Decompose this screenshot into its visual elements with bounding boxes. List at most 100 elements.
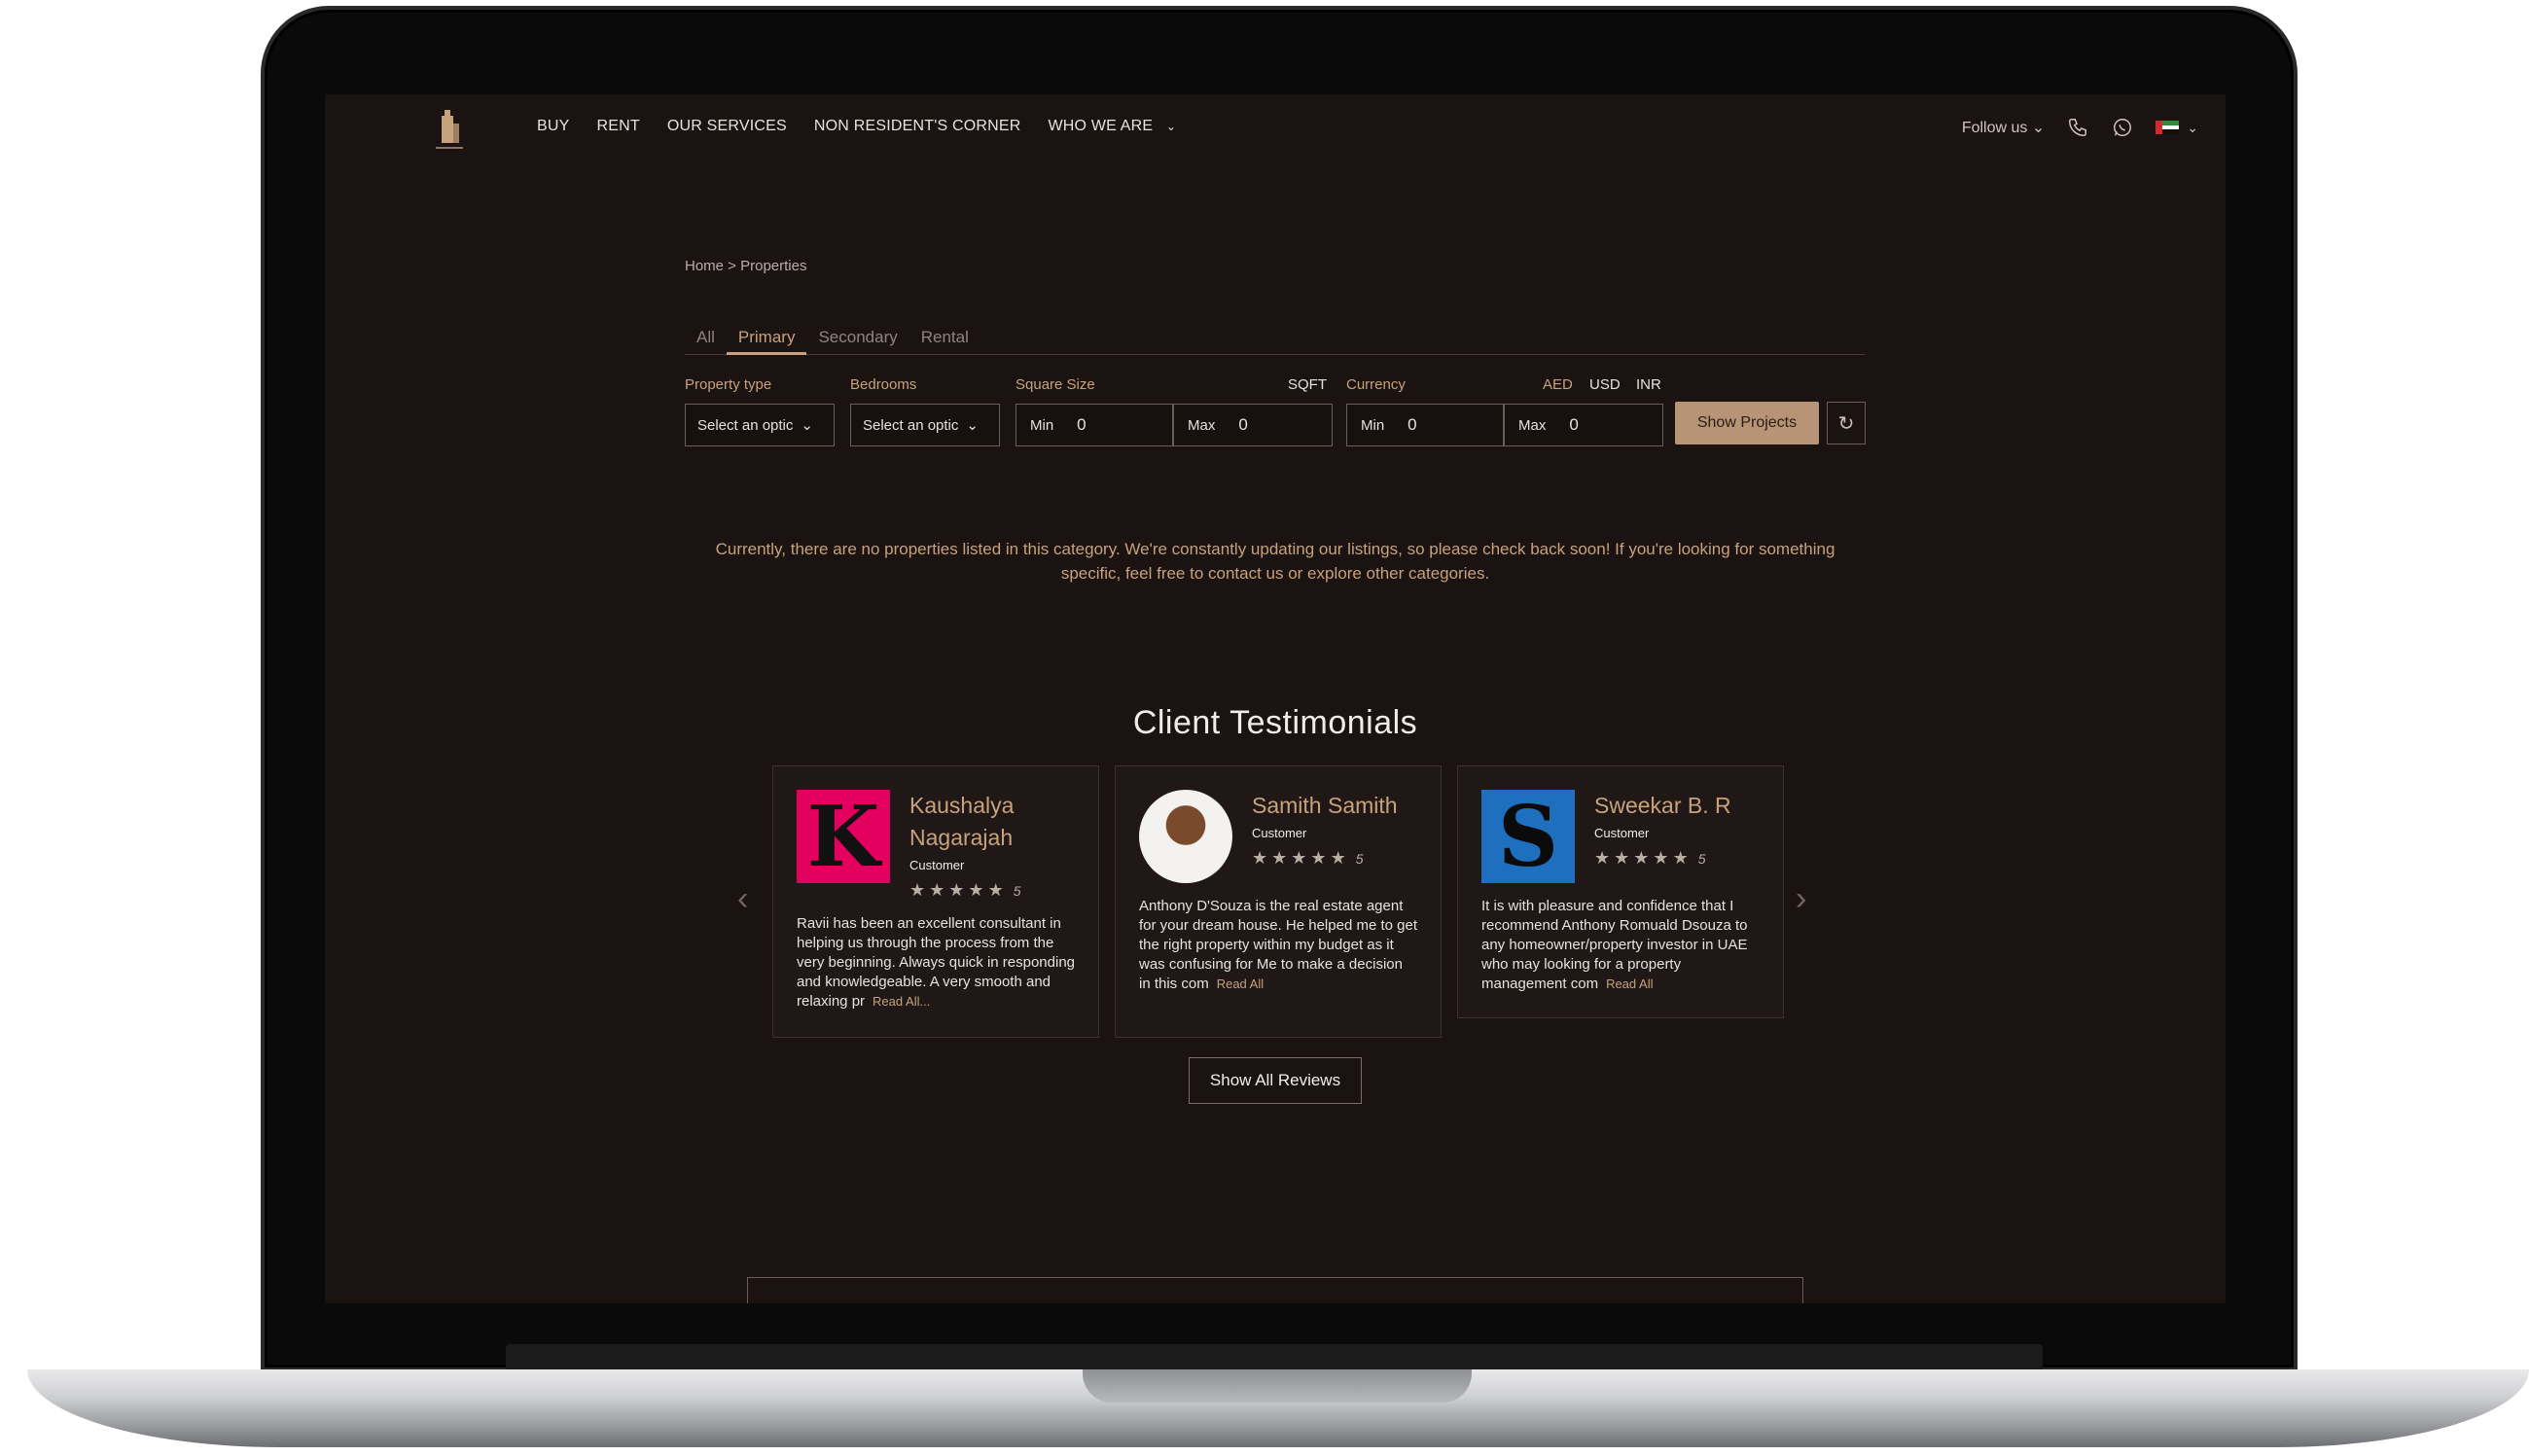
review-body: Ravii has been an excellent consultant i…	[797, 915, 1076, 1010]
testimonial-card: S Sweekar B. R Customer ★ ★ ★ ★ ★ 5 It i…	[1457, 765, 1784, 1018]
rating-stars: ★ ★ ★ ★ ★ 5	[1594, 848, 1731, 869]
tab-secondary[interactable]: Secondary	[806, 326, 909, 355]
star-icon: ★	[1653, 848, 1669, 868]
star-icon: ★	[1672, 848, 1689, 868]
star-icon: ★	[1252, 848, 1268, 868]
min-label: Min	[1361, 416, 1385, 434]
tab-all[interactable]: All	[685, 326, 727, 355]
follow-us-label: Follow us	[1961, 120, 2028, 136]
read-all-link[interactable]: Read All	[1606, 977, 1653, 991]
star-icon: ★	[1614, 848, 1630, 868]
follow-us-dropdown[interactable]: Follow us ⌄	[1962, 118, 2045, 137]
star-icon: ★	[968, 880, 984, 900]
currency-max-input[interactable]: Max 0	[1504, 404, 1663, 446]
nav-who-we-are[interactable]: WHO WE ARE	[1049, 118, 1177, 135]
avatar: S	[1481, 788, 1575, 886]
reviewer-name: Sweekar B. R	[1594, 793, 1731, 818]
building-logo-icon	[436, 110, 463, 149]
show-all-reviews-button[interactable]: Show All Reviews	[1189, 1057, 1362, 1104]
currency-label: Currency	[1346, 376, 1406, 393]
nav-non-residents-corner[interactable]: NON RESIDENT'S CORNER	[814, 118, 1021, 135]
square-size-min-input[interactable]: Min 0	[1016, 404, 1173, 446]
bedrooms-value: Select an optic	[863, 416, 959, 434]
max-label: Max	[1518, 416, 1547, 434]
star-icon: ★	[1594, 848, 1611, 868]
nav-rent[interactable]: RENT	[597, 118, 640, 135]
bedrooms-select[interactable]: Select an optic ⌄	[850, 404, 1000, 446]
rating-score: 5	[1013, 882, 1021, 899]
review-text: Anthony D'Souza is the real estate agent…	[1139, 897, 1417, 994]
laptop-notch	[1083, 1369, 1472, 1403]
reviewer-name: Kaushalya Nagarajah	[909, 793, 1015, 850]
reviewer-role: Customer	[909, 858, 965, 872]
show-projects-button[interactable]: Show Projects	[1675, 402, 1819, 444]
chevron-down-icon: ⌄	[801, 417, 813, 434]
currency-min-value: 0	[1408, 415, 1417, 434]
square-size-label: Square Size	[1016, 376, 1095, 393]
reviewer-role: Customer	[1594, 826, 1650, 840]
currency-max-value: 0	[1569, 415, 1579, 434]
min-label: Min	[1030, 416, 1054, 434]
property-type-select[interactable]: Select an optic ⌄	[685, 404, 835, 446]
reset-filters-button[interactable]: ↻	[1827, 402, 1866, 444]
language-selector[interactable]: ⌄	[2156, 120, 2198, 136]
chevron-left-icon[interactable]: ‹	[737, 880, 748, 918]
property-type-value: Select an optic	[697, 416, 794, 434]
star-icon: ★	[948, 880, 965, 900]
read-all-link[interactable]: Read All...	[873, 994, 930, 1009]
square-size-min-value: 0	[1077, 415, 1087, 434]
currency-usd[interactable]: USD	[1589, 376, 1621, 393]
currency-aed[interactable]: AED	[1543, 376, 1573, 393]
chevron-down-icon: ⌄	[2187, 119, 2198, 135]
star-icon: ★	[1633, 848, 1650, 868]
reviewer-role: Customer	[1252, 826, 1307, 840]
star-icon: ★	[987, 880, 1004, 900]
property-type-label: Property type	[685, 376, 772, 393]
next-section-box	[747, 1277, 1803, 1303]
max-label: Max	[1188, 416, 1216, 434]
square-size-max-value: 0	[1238, 415, 1248, 434]
sqft-unit-label[interactable]: SQFT	[1288, 376, 1327, 393]
testimonials-title: Client Testimonials	[1132, 704, 1418, 741]
star-icon: ★	[1330, 848, 1346, 868]
currency-min-input[interactable]: Min 0	[1346, 404, 1504, 446]
breadcrumb[interactable]: Home > Properties	[685, 258, 806, 274]
whatsapp-icon[interactable]	[2111, 116, 2134, 139]
star-icon: ★	[909, 880, 926, 900]
chevron-down-icon: ⌄	[2031, 120, 2046, 136]
avatar	[1139, 790, 1232, 883]
bedrooms-label: Bedrooms	[850, 376, 917, 393]
nav-buy[interactable]: BUY	[537, 118, 570, 135]
rating-score: 5	[1697, 850, 1706, 867]
read-all-link[interactable]: Read All	[1217, 977, 1264, 991]
reviewer-name: Samith Samith	[1252, 793, 1398, 818]
review-body: Anthony D'Souza is the real estate agent…	[1139, 898, 1417, 992]
rating-score: 5	[1355, 850, 1364, 867]
refresh-icon: ↻	[1837, 412, 1855, 435]
top-nav: BUY RENT OUR SERVICES NON RESIDENT'S COR…	[325, 94, 2226, 172]
logo[interactable]	[430, 108, 469, 153]
testimonial-card: K Kaushalya Nagarajah Customer ★ ★ ★ ★ ★…	[772, 765, 1099, 1038]
star-icon: ★	[1271, 848, 1288, 868]
screen: BUY RENT OUR SERVICES NON RESIDENT'S COR…	[325, 94, 2226, 1303]
star-icon: ★	[1291, 848, 1307, 868]
chevron-right-icon[interactable]: ›	[1796, 880, 1806, 918]
empty-listings-message: Currently, there are no properties liste…	[715, 540, 1835, 583]
nav-links: BUY RENT OUR SERVICES NON RESIDENT'S COR…	[537, 118, 1176, 135]
rating-stars: ★ ★ ★ ★ ★ 5	[1252, 848, 1398, 869]
category-tabs: All Primary Secondary Rental	[685, 326, 1866, 355]
nav-our-services[interactable]: OUR SERVICES	[667, 118, 787, 135]
phone-icon[interactable]	[2066, 116, 2089, 139]
star-icon: ★	[1310, 848, 1327, 868]
testimonial-card: Samith Samith Customer ★ ★ ★ ★ ★ 5 Antho…	[1115, 765, 1442, 1038]
rating-stars: ★ ★ ★ ★ ★ 5	[909, 880, 1075, 901]
uae-flag-icon	[2156, 121, 2180, 135]
tab-rental[interactable]: Rental	[909, 326, 980, 355]
filter-bar: Property type Select an optic ⌄ Bedrooms…	[685, 376, 1866, 454]
review-text: It is with pleasure and confidence that …	[1481, 897, 1760, 994]
nav-right: Follow us ⌄ ⌄	[1962, 116, 2198, 139]
chevron-down-icon: ⌄	[966, 417, 979, 434]
square-size-max-input[interactable]: Max 0	[1173, 404, 1333, 446]
tab-primary[interactable]: Primary	[726, 326, 807, 355]
currency-inr[interactable]: INR	[1636, 376, 1661, 393]
